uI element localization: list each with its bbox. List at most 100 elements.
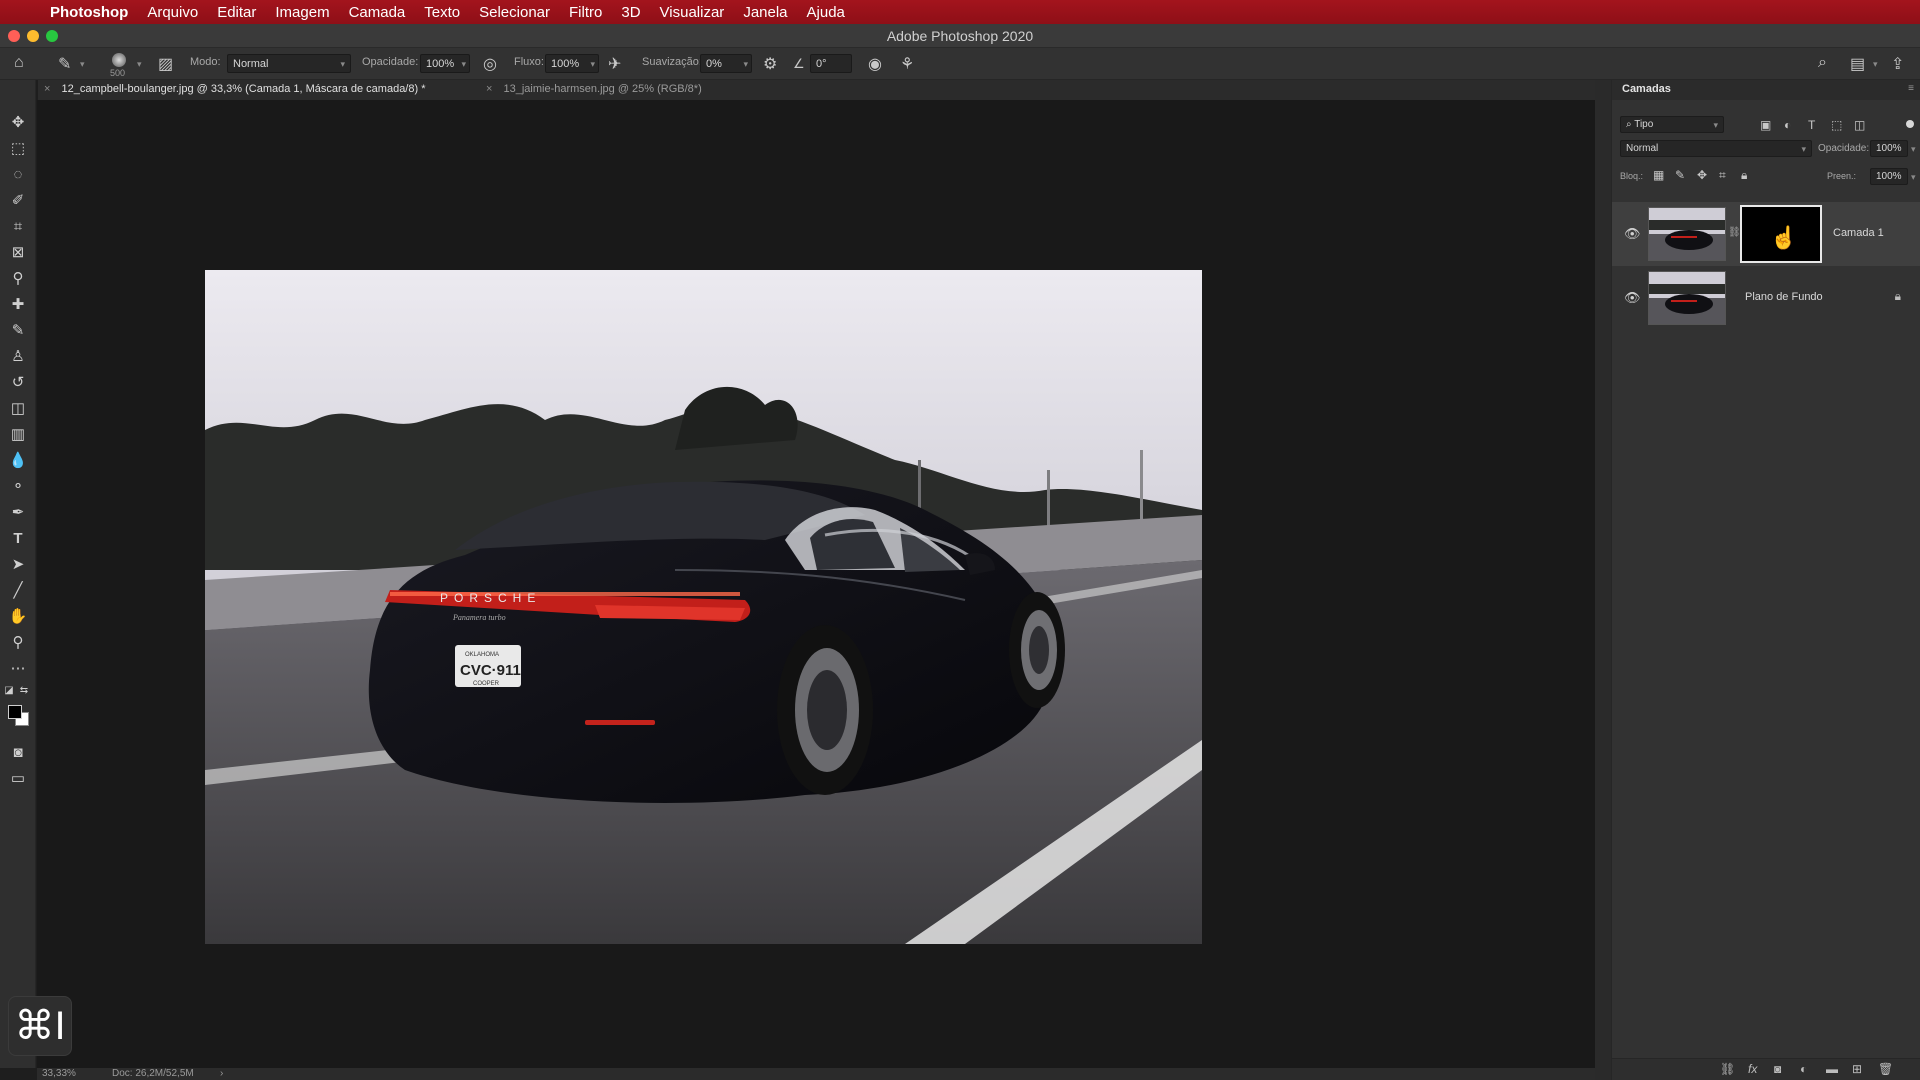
- search-icon[interactable]: ⌕: [1818, 54, 1827, 72]
- new-group-folder-icon[interactable]: ▬: [1826, 1062, 1838, 1076]
- panel-menu-icon[interactable]: ≡: [1908, 83, 1914, 94]
- brush-preset-icon[interactable]: ✎: [58, 54, 71, 74]
- filter-type-icon[interactable]: T: [1808, 118, 1815, 132]
- type-tool-icon[interactable]: T: [7, 528, 29, 550]
- menu-texto[interactable]: Texto: [424, 4, 460, 21]
- close-tab-icon[interactable]: ×: [44, 83, 50, 95]
- clone-stamp-tool-icon[interactable]: ♙: [7, 346, 29, 368]
- layer-lock-icon[interactable]: 🔒︎: [1895, 289, 1901, 304]
- layer-thumbnail[interactable]: [1648, 207, 1726, 261]
- foreground-color-swatch[interactable]: [8, 705, 22, 719]
- menu-camada[interactable]: Camada: [349, 4, 406, 21]
- zoom-tool-icon[interactable]: ⚲: [7, 632, 29, 654]
- menu-3d[interactable]: 3D: [621, 4, 640, 21]
- layer-style-fx-icon[interactable]: fx: [1748, 1062, 1757, 1076]
- pressure-opacity-icon[interactable]: ◎: [483, 54, 497, 74]
- smoothing-field[interactable]: 0% ▾: [700, 54, 752, 73]
- layer-opacity-field[interactable]: 100%: [1870, 140, 1908, 157]
- lock-image-pixels-icon[interactable]: ✎: [1675, 168, 1685, 182]
- angle-field[interactable]: 0°: [810, 54, 852, 73]
- layers-panel-title[interactable]: Camadas: [1612, 80, 1920, 100]
- quick-mask-icon[interactable]: ◙: [7, 742, 29, 764]
- filter-smart-object-icon[interactable]: ◫: [1854, 118, 1865, 132]
- menu-app-photoshop[interactable]: Photoshop: [50, 4, 128, 21]
- quick-selection-tool-icon[interactable]: ✐: [7, 190, 29, 212]
- share-icon[interactable]: ⇪: [1891, 54, 1904, 74]
- fill-field[interactable]: 100%: [1870, 168, 1908, 185]
- link-layers-icon[interactable]: ⛓︎: [1720, 1062, 1735, 1076]
- history-brush-tool-icon[interactable]: ↺: [7, 372, 29, 394]
- lock-artboard-icon[interactable]: ⌗: [1719, 168, 1726, 183]
- add-mask-icon[interactable]: ◙: [1774, 1062, 1781, 1076]
- menu-imagem[interactable]: Imagem: [275, 4, 329, 21]
- close-tab-icon[interactable]: ×: [486, 83, 492, 95]
- menu-filtro[interactable]: Filtro: [569, 4, 602, 21]
- symmetry-butterfly-icon[interactable]: ⚘: [900, 54, 914, 74]
- brush-tool-icon[interactable]: ✎: [7, 320, 29, 342]
- brush-preset-caret-icon[interactable]: ▾: [80, 59, 85, 70]
- healing-brush-tool-icon[interactable]: ✚: [7, 294, 29, 316]
- smoothing-caret-icon[interactable]: ▾: [743, 59, 748, 70]
- gradient-tool-icon[interactable]: ▥: [7, 424, 29, 446]
- default-colors-icon[interactable]: ◪: [3, 680, 15, 702]
- eyedropper-tool-icon[interactable]: ⚲: [7, 268, 29, 290]
- menu-selecionar[interactable]: Selecionar: [479, 4, 550, 21]
- filter-toggle[interactable]: [1906, 120, 1914, 128]
- marquee-tool-icon[interactable]: ⬚: [7, 138, 29, 160]
- airbrush-icon[interactable]: ✈: [608, 54, 621, 74]
- layer-row-camada-1[interactable]: 👁︎ ⛓︎ ☝ Camada 1: [1612, 202, 1920, 266]
- filter-pixel-icon[interactable]: ▣: [1760, 118, 1771, 132]
- frame-tool-icon[interactable]: ⊠: [7, 242, 29, 264]
- swap-colors-icon[interactable]: ⇆: [18, 680, 30, 702]
- tab-jaimie-harmsen[interactable]: × 13_jaimie-harmsen.jpg @ 25% (RGB/8*): [486, 83, 702, 95]
- smoothing-settings-gear-icon[interactable]: ⚙: [763, 54, 777, 74]
- tab-campbell-boulanger[interactable]: × 12_campbell-boulanger.jpg @ 33,3% (Cam…: [44, 83, 425, 95]
- opacity-caret-icon[interactable]: ▾: [461, 59, 466, 70]
- menu-ajuda[interactable]: Ajuda: [807, 4, 845, 21]
- lock-all-icon[interactable]: 🔒︎: [1741, 168, 1747, 183]
- brush-settings-panel-icon[interactable]: ▨: [158, 54, 173, 74]
- brush-size-caret-icon[interactable]: ▾: [137, 59, 142, 70]
- filter-shape-icon[interactable]: ⬚: [1831, 118, 1842, 132]
- document-image[interactable]: PORSCHE Panamera turbo OKLAHOMA CVC·911 …: [205, 270, 1202, 944]
- hand-tool-icon[interactable]: ✋: [7, 606, 29, 628]
- home-icon[interactable]: ⌂: [14, 54, 24, 72]
- brush-tip-icon[interactable]: [112, 53, 126, 67]
- crop-tool-icon[interactable]: ⌗: [7, 216, 29, 238]
- blend-mode-select[interactable]: Normal ▾: [1620, 140, 1812, 157]
- visibility-eye-icon[interactable]: 👁︎: [1624, 290, 1641, 306]
- menu-janela[interactable]: Janela: [743, 4, 787, 21]
- mask-link-chain-icon[interactable]: ⛓︎: [1728, 227, 1741, 238]
- mode-select[interactable]: Normal ▾: [227, 54, 351, 73]
- layer-name[interactable]: Plano de Fundo: [1745, 291, 1823, 303]
- workspace-caret-icon[interactable]: ▾: [1873, 59, 1878, 70]
- eraser-tool-icon[interactable]: ◫: [7, 398, 29, 420]
- layer-row-plano-de-fundo[interactable]: 👁︎ Plano de Fundo 🔒︎: [1612, 266, 1920, 330]
- lock-position-icon[interactable]: ✥: [1697, 168, 1707, 182]
- pen-tool-icon[interactable]: ✒: [7, 502, 29, 524]
- delete-layer-trash-icon[interactable]: 🗑︎: [1878, 1062, 1893, 1076]
- filter-adjustment-icon[interactable]: ◐: [1784, 118, 1791, 132]
- path-selection-tool-icon[interactable]: ➤: [7, 554, 29, 576]
- menu-editar[interactable]: Editar: [217, 4, 256, 21]
- fill-caret-icon[interactable]: ▾: [1911, 172, 1916, 183]
- workspace-layout-icon[interactable]: ▤: [1850, 54, 1865, 74]
- lasso-tool-icon[interactable]: ◌: [7, 164, 29, 186]
- status-menu-arrow-icon[interactable]: ›: [220, 1068, 223, 1079]
- opacity-field[interactable]: 100% ▾: [420, 54, 470, 73]
- line-tool-icon[interactable]: ╱: [7, 580, 29, 602]
- layer-mask-thumbnail[interactable]: ☝: [1740, 205, 1822, 263]
- layer-name[interactable]: Camada 1: [1833, 227, 1884, 239]
- more-tools-icon[interactable]: ⋯: [7, 658, 29, 680]
- screen-mode-icon[interactable]: ▭: [7, 768, 29, 790]
- pressure-size-icon[interactable]: ◉: [868, 54, 882, 74]
- flow-field[interactable]: 100% ▾: [545, 54, 599, 73]
- zoom-level[interactable]: 33,33%: [42, 1068, 76, 1079]
- menu-visualizar[interactable]: Visualizar: [660, 4, 725, 21]
- layer-thumbnail[interactable]: [1648, 271, 1726, 325]
- move-tool-icon[interactable]: ✥: [7, 112, 29, 134]
- new-layer-icon[interactable]: ⊞: [1852, 1062, 1862, 1076]
- layer-opacity-caret-icon[interactable]: ▾: [1911, 144, 1916, 155]
- blur-tool-icon[interactable]: 💧: [7, 450, 29, 472]
- menu-arquivo[interactable]: Arquivo: [147, 4, 198, 21]
